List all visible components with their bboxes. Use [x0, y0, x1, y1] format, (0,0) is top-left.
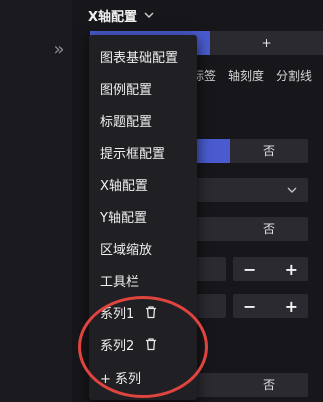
trash-icon[interactable] — [144, 337, 158, 351]
menu-item-label: 系列2 — [100, 338, 135, 354]
stepper-1: − + — [233, 257, 308, 281]
menu-item-series-1[interactable]: 系列1 — [100, 301, 158, 323]
toggle-no-option[interactable]: 否 — [230, 217, 308, 241]
menu-item-label: 图表基础配置 — [100, 50, 179, 66]
menu-item-label: 区域缩放 — [100, 242, 153, 258]
tab-split-line[interactable]: 分割线 — [276, 67, 312, 84]
double-chevron-right-icon[interactable]: » — [50, 41, 68, 59]
chevron-down-icon — [287, 187, 297, 193]
menu-item-toolbox[interactable]: 工具栏 — [100, 269, 139, 291]
menu-item-label: 图例配置 — [100, 82, 153, 98]
menu-item-label: Y轴配置 — [100, 210, 147, 226]
stepper-2: − + — [233, 294, 308, 318]
add-series-tab[interactable]: + — [210, 31, 323, 55]
menu-item-y-axis[interactable]: Y轴配置 — [100, 205, 147, 227]
config-section-menu: 图表基础配置 图例配置 标题配置 提示框配置 X轴配置 Y轴配置 区域缩放 工具… — [89, 35, 197, 400]
panel-title: X轴配置 — [88, 9, 138, 25]
menu-item-label: X轴配置 — [100, 178, 148, 194]
menu-item-label: + 系列 — [100, 371, 142, 387]
menu-item-tooltip[interactable]: 提示框配置 — [100, 141, 165, 163]
sub-tabs: 标签 轴刻度 分割线 — [192, 67, 312, 84]
plus-button[interactable]: + — [285, 260, 298, 279]
menu-item-legend[interactable]: 图例配置 — [100, 77, 152, 99]
tab-axis-tick[interactable]: 轴刻度 — [228, 67, 264, 84]
screen: » X轴配置 + 标签 轴刻度 分割线 否 否 − + − + 否 图表基础配置… — [0, 0, 323, 402]
left-sidebar: » — [0, 0, 72, 402]
menu-item-label: 系列1 — [100, 306, 135, 322]
menu-item-series-2[interactable]: 系列2 — [100, 333, 158, 355]
panel-header-dropdown[interactable]: X轴配置 — [88, 4, 155, 26]
minus-button[interactable]: − — [243, 297, 256, 316]
trash-icon[interactable] — [144, 305, 158, 319]
toggle-no-option[interactable]: 否 — [230, 139, 308, 163]
toggle-no-option[interactable]: 否 — [230, 373, 308, 397]
minus-button[interactable]: − — [243, 260, 256, 279]
menu-item-label: 工具栏 — [100, 274, 140, 290]
menu-item-title[interactable]: 标题配置 — [100, 109, 152, 131]
menu-item-label: 提示框配置 — [100, 146, 166, 162]
menu-item-add-series[interactable]: + 系列 — [100, 366, 141, 388]
menu-item-chart-basic[interactable]: 图表基础配置 — [100, 45, 178, 67]
menu-item-label: 标题配置 — [100, 114, 153, 130]
chevron-down-icon — [144, 12, 154, 18]
menu-item-data-zoom[interactable]: 区域缩放 — [100, 237, 152, 259]
plus-button[interactable]: + — [285, 297, 298, 316]
menu-item-x-axis[interactable]: X轴配置 — [100, 173, 148, 195]
